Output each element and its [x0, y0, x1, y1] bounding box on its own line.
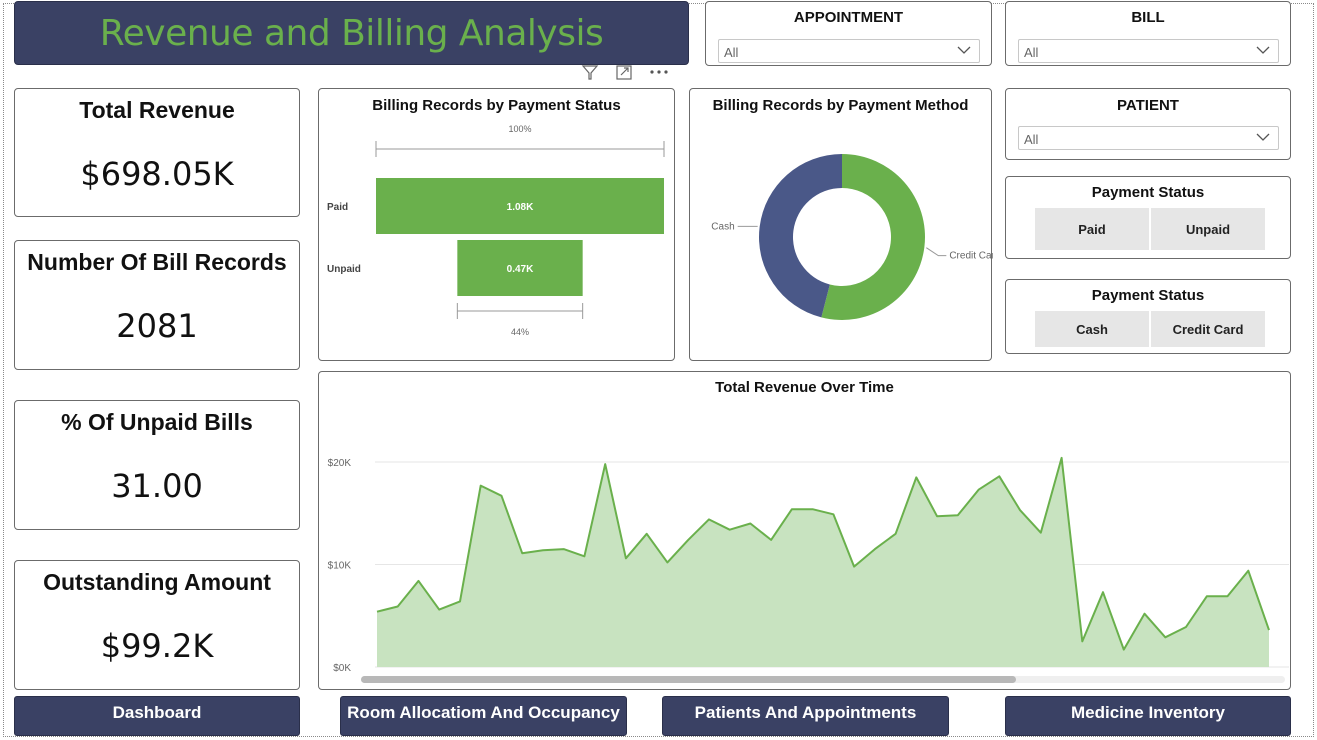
slicer-title: BILL: [1131, 9, 1165, 26]
slicer-title: APPOINTMENT: [793, 9, 904, 26]
chevron-down-icon: [1256, 133, 1270, 141]
tile-unpaid[interactable]: Unpaid: [1151, 208, 1265, 250]
more-options-icon[interactable]: [650, 70, 668, 74]
funnel-data-label: 1.08K: [507, 202, 534, 213]
area-y-tick-label: $20K: [328, 458, 352, 469]
donut-leader-line: [926, 247, 947, 257]
funnel-category-label: Paid: [327, 202, 348, 213]
kpi-bill-records: Number Of Bill Records 2081: [14, 240, 300, 370]
funnel-chart-svg: 100% 1.08K Paid 0.47K Unpaid 44%: [327, 124, 665, 337]
payment-method-slicer: Payment Status Cash Credit Card: [1005, 279, 1291, 354]
dropdown-value: All: [724, 45, 739, 60]
nav-patients-appointments-button[interactable]: Patients And Appointments: [662, 696, 949, 736]
funnel-bottom-percent-label: 44%: [511, 327, 529, 337]
kpi-label: Total Revenue: [79, 97, 235, 123]
bill-slicer: BILL All: [1005, 1, 1291, 66]
funnel-data-label: 0.47K: [507, 264, 534, 275]
nav-room-allocation-button[interactable]: Room Allocatiom And Occupancy: [340, 696, 627, 736]
chevron-down-icon: [1256, 46, 1270, 54]
filter-icon[interactable]: [581, 65, 599, 80]
focus-mode-icon[interactable]: [616, 65, 632, 80]
dropdown-value: All: [1024, 45, 1039, 60]
area-fill: [377, 457, 1269, 667]
visual-header-toolbar: [581, 65, 668, 80]
kpi-outstanding-amount: Outstanding Amount $99.2K: [14, 560, 300, 690]
area-y-tick-label: $10K: [328, 561, 352, 572]
page-title-banner: Revenue and Billing Analysis: [14, 1, 689, 65]
nav-medicine-inventory-button[interactable]: Medicine Inventory: [1005, 696, 1291, 736]
appointment-dropdown[interactable]: All: [718, 39, 980, 63]
donut-category-label: Cash: [711, 221, 734, 232]
tile-paid[interactable]: Paid: [1035, 208, 1149, 250]
kpi-value: 2081: [116, 307, 198, 345]
patient-dropdown[interactable]: All: [1018, 126, 1279, 150]
payment-status-slicer: Payment Status Paid Unpaid: [1005, 176, 1291, 259]
kpi-unpaid-percent: % Of Unpaid Bills 31.00: [14, 400, 300, 530]
kpi-value: 31.00: [111, 467, 203, 505]
funnel-category-label: Unpaid: [327, 264, 361, 275]
slicer-title: Payment Status: [1091, 287, 1205, 304]
kpi-label: Outstanding Amount: [43, 569, 271, 595]
horizontal-scrollbar-thumb[interactable]: [361, 676, 1016, 683]
tile-cash[interactable]: Cash: [1035, 311, 1149, 347]
appointment-slicer: APPOINTMENT All: [705, 1, 992, 66]
funnel-top-percent-label: 100%: [508, 124, 531, 134]
payment-method-chart: Billing Records by Payment Method Credit…: [689, 88, 993, 361]
chevron-down-icon: [957, 46, 971, 54]
dropdown-value: All: [1024, 132, 1039, 147]
donut-category-label: Credit Card: [949, 251, 993, 262]
kpi-value: $698.05K: [80, 155, 234, 193]
kpi-label: Number Of Bill Records: [27, 249, 287, 275]
slicer-title: Payment Status: [1091, 184, 1205, 201]
kpi-label: % Of Unpaid Bills: [61, 409, 253, 435]
revenue-over-time-chart: Total Revenue Over Time $0K $10K $20K: [318, 371, 1291, 690]
tile-credit-card[interactable]: Credit Card: [1151, 311, 1265, 347]
kpi-total-revenue: Total Revenue $698.05K: [14, 88, 300, 217]
area-y-tick-label: $0K: [333, 663, 351, 674]
area-chart-svg: $0K $10K $20K: [328, 456, 1289, 683]
donut-chart-svg: Credit Card Cash: [711, 154, 993, 320]
slicer-title: PATIENT: [1117, 97, 1179, 114]
kpi-value: $99.2K: [100, 627, 214, 665]
payment-status-chart: Billing Records by Payment Status 100% 1.…: [318, 88, 675, 361]
patient-slicer: PATIENT All: [1005, 88, 1291, 160]
bill-dropdown[interactable]: All: [1018, 39, 1279, 63]
nav-dashboard-button[interactable]: Dashboard: [14, 696, 300, 736]
page-title: Revenue and Billing Analysis: [99, 12, 604, 54]
